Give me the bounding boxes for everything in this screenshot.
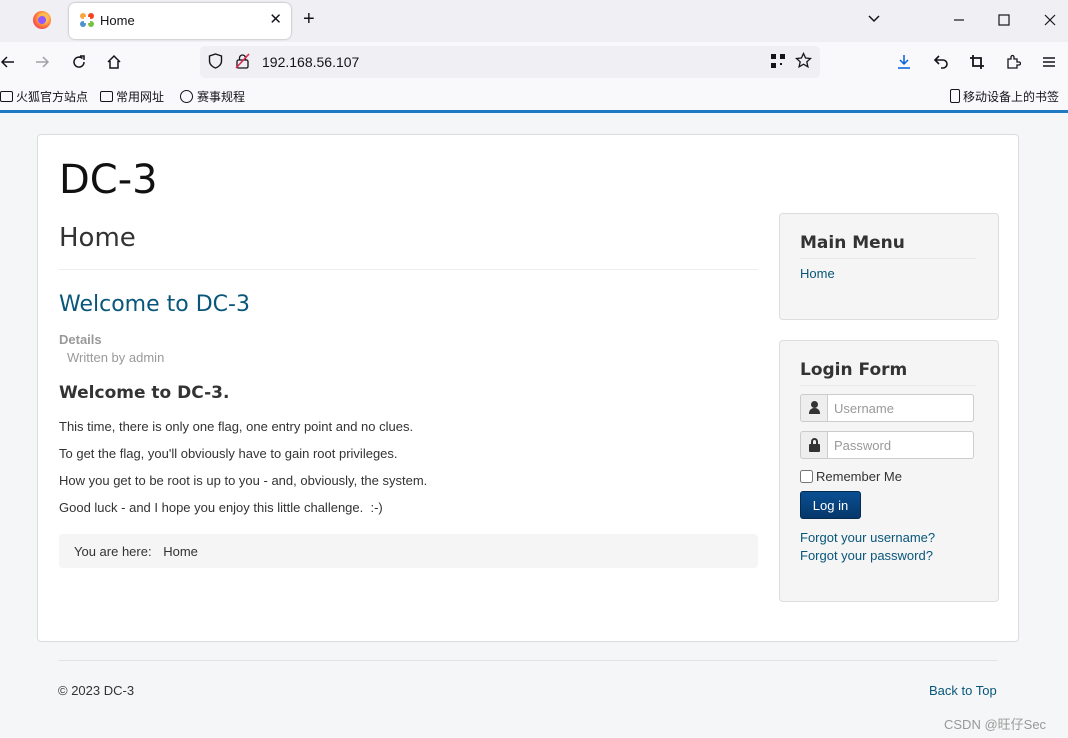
close-window-icon[interactable] (1044, 14, 1056, 26)
page-heading: Home (59, 223, 136, 253)
extensions-icon[interactable] (1005, 54, 1021, 70)
folder-icon (0, 91, 13, 102)
details-label: Details (59, 332, 102, 347)
user-icon (809, 401, 820, 415)
lock-icon (809, 438, 820, 452)
tab-title: Home (100, 13, 135, 28)
username-row (800, 394, 974, 422)
bookmark-label: 移动设备上的书签 (963, 90, 1060, 104)
new-tab-icon[interactable]: + (303, 8, 315, 30)
mobile-device-icon (950, 89, 960, 103)
back-icon[interactable] (0, 54, 16, 70)
undo-icon[interactable] (933, 54, 949, 70)
username-input[interactable] (827, 394, 974, 422)
breadcrumb-label: You are here: (74, 544, 152, 559)
chevron-down-icon[interactable] (867, 12, 881, 26)
copyright: © 2023 DC-3 (58, 683, 135, 698)
shield-icon[interactable] (208, 53, 223, 69)
download-icon[interactable] (896, 54, 912, 70)
page-body: DC-3 Home Welcome to DC-3 Details Writte… (0, 113, 1068, 738)
article-subheading: Welcome to DC-3. (59, 383, 230, 403)
site-title[interactable]: DC-3 (59, 157, 158, 203)
remember-me[interactable]: Remember Me (800, 469, 902, 484)
bookmark-label: 火狐官方站点 (16, 90, 89, 104)
remember-me-checkbox[interactable] (800, 470, 813, 483)
login-button[interactable]: Log in (800, 491, 861, 519)
forward-icon[interactable] (34, 54, 50, 70)
bookmark-folder[interactable]: 常用网址 (100, 88, 164, 105)
url-text[interactable]: 192.168.56.107 (262, 54, 359, 70)
forgot-password-link[interactable]: Forgot your password? (800, 548, 933, 563)
nav-bar: 192.168.56.107 (0, 42, 1068, 82)
joomla-icon (80, 13, 94, 27)
bookmark-item[interactable]: 火狐官方站点 (0, 88, 88, 105)
article-paragraph: Good luck - and I hope you enjoy this li… (59, 500, 383, 515)
menu-icon[interactable] (1042, 55, 1056, 69)
bookmark-item[interactable]: 赛事规程 (180, 88, 245, 105)
qr-code-icon[interactable] (771, 54, 785, 68)
article-paragraph: How you get to be root is up to you - an… (59, 473, 428, 488)
main-menu-title: Main Menu (800, 233, 905, 253)
menu-item-home[interactable]: Home (800, 266, 835, 281)
login-form-title: Login Form (800, 360, 908, 380)
divider (800, 385, 976, 386)
tab-home[interactable]: Home ✕ (69, 3, 291, 39)
watermark: CSDN @旺仔Sec (944, 717, 1047, 732)
article-paragraph: This time, there is only one flag, one e… (59, 419, 414, 434)
home-icon[interactable] (106, 54, 122, 70)
tab-bar: Home ✕ + (0, 0, 1068, 42)
firefox-icon[interactable] (33, 11, 51, 29)
main-card: DC-3 Home Welcome to DC-3 Details Writte… (37, 134, 1019, 642)
password-row (800, 431, 974, 459)
url-bar[interactable]: 192.168.56.107 (200, 46, 820, 78)
footer-divider (58, 660, 998, 661)
article-paragraph: To get the flag, you'll obviously have t… (59, 446, 398, 461)
breadcrumb: You are here: Home (59, 534, 758, 568)
maximize-icon[interactable] (998, 14, 1010, 26)
folder-icon (100, 91, 113, 102)
author-info: Written by admin (67, 350, 165, 365)
bookmark-label: 常用网址 (116, 90, 165, 104)
minimize-icon[interactable] (953, 14, 965, 26)
main-menu-module: Main Menu Home (779, 213, 999, 320)
close-tab-icon[interactable]: ✕ (269, 10, 282, 28)
back-to-top-link[interactable]: Back to Top (929, 683, 997, 698)
password-input[interactable] (827, 431, 974, 459)
password-addon (800, 431, 828, 459)
divider (800, 258, 976, 259)
divider (59, 269, 758, 270)
reload-icon[interactable] (71, 54, 87, 70)
breadcrumb-current: Home (163, 544, 198, 559)
mobile-bookmarks[interactable]: 移动设备上的书签 (950, 88, 1059, 105)
bookmarks-toolbar: 火狐官方站点 常用网址 赛事规程 移动设备上的书签 (0, 82, 1068, 110)
bookmark-label: 赛事规程 (197, 90, 246, 104)
screenshot-crop-icon[interactable] (969, 54, 985, 70)
username-addon (800, 394, 828, 422)
login-form-module: Login Form Remember Me Log in Forgot you… (779, 340, 999, 602)
article-title-link[interactable]: Welcome to DC-3 (59, 292, 250, 317)
globe-icon (180, 90, 193, 103)
forgot-username-link[interactable]: Forgot your username? (800, 530, 935, 545)
insecure-lock-icon[interactable] (235, 53, 250, 69)
bookmark-star-icon[interactable] (795, 52, 812, 69)
remember-me-label: Remember Me (816, 469, 902, 484)
